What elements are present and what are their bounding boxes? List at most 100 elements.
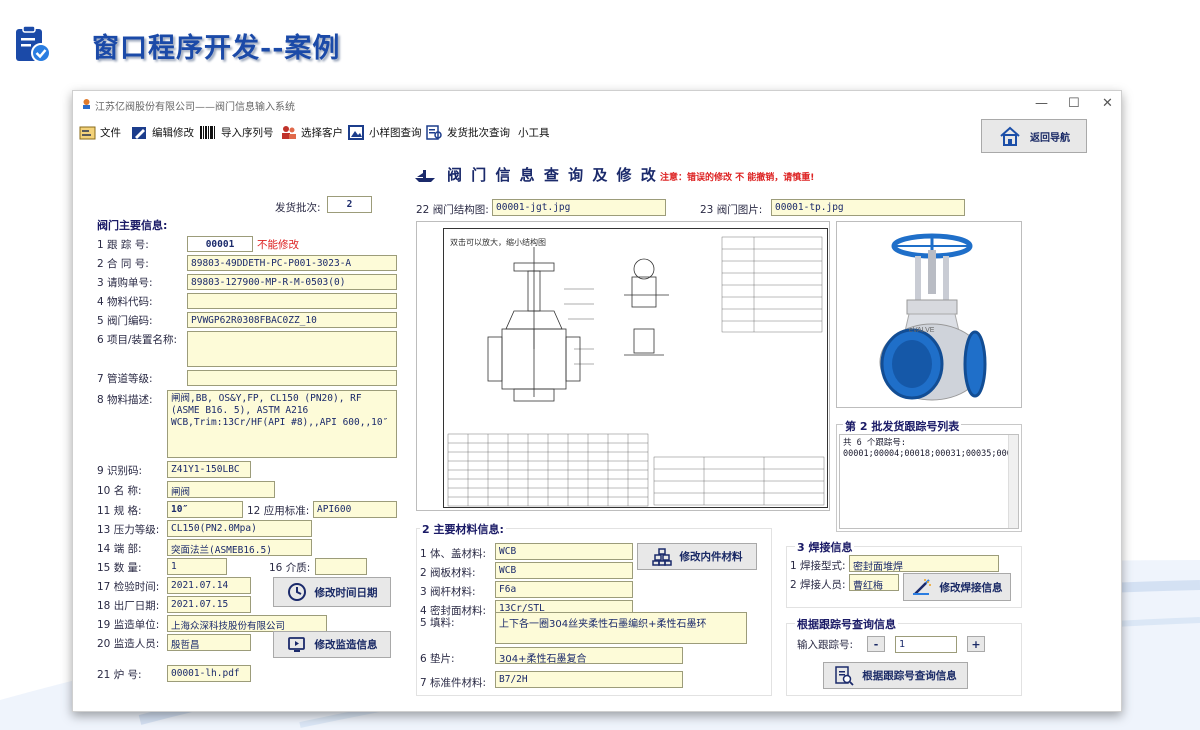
menu-import-serial[interactable]: 导入序列号 [199, 121, 274, 143]
menu-bar: 文件 编辑修改 导入序列号 选择客户 小样图查询 发货批次查询 小工具 [73, 121, 1121, 149]
menu-label: 导入序列号 [221, 126, 274, 139]
valve-photo-field[interactable]: 00001-tp.jpg [771, 199, 965, 216]
edit-supervision-button[interactable]: 修改监造信息 [273, 631, 391, 658]
return-nav-button[interactable]: 返回导航 [981, 119, 1087, 153]
increment-button[interactable]: + [967, 636, 985, 652]
valve-code-field[interactable]: PVWGP62R0308FBAC0ZZ_10 [187, 312, 397, 328]
menu-label: 编辑修改 [152, 126, 194, 139]
id-code-label: 9 识别码: [97, 465, 143, 477]
standard-field[interactable]: API600 [313, 501, 397, 518]
edit-internal-materials-button[interactable]: 修改内件材料 [637, 543, 757, 570]
return-nav-label: 返回导航 [1030, 132, 1070, 144]
tracking-no-field[interactable]: 00001 [187, 236, 253, 252]
heat-no-field[interactable]: 00001-lh.pdf [167, 665, 251, 682]
users-icon [282, 125, 296, 139]
app-icon [83, 99, 90, 109]
tracking-list-box[interactable]: 共 6 个跟踪号: 00001;00004;00018;00031;00035;… [839, 434, 1019, 529]
menu-label: 文件 [100, 126, 121, 139]
supervisor-unit-label: 19 监造单位: [97, 619, 160, 631]
monitor-icon [287, 636, 305, 652]
barcode-icon [200, 125, 215, 139]
edit-welding-label: 修改焊接信息 [939, 581, 1003, 594]
menu-select-customer[interactable]: 选择客户 [280, 121, 343, 143]
name-field[interactable]: 闸阀 [167, 481, 275, 498]
tracking-count: 共 6 个跟踪号: [843, 438, 906, 448]
slide-title: 窗口程序开发--案例 [92, 33, 341, 64]
packing-field[interactable]: 上下各一圈304丝夹柔性石墨编织+柔性石墨环 [495, 612, 747, 644]
edit-datetime-button[interactable]: 修改时间日期 [273, 577, 391, 607]
tracking-values: 00001;00004;00018;00031;00035;00039; [843, 449, 1015, 459]
close-button[interactable]: ✕ [1102, 96, 1113, 111]
inspection-date-field[interactable]: 2021.07.14 [167, 577, 251, 594]
medium-label: 16 介质: [269, 562, 311, 574]
quantity-label: 15 数 量: [97, 562, 142, 574]
body-material-field[interactable]: WCB [495, 543, 633, 560]
document-search-icon [835, 665, 854, 686]
tracking-search-input[interactable]: 1 [895, 636, 957, 653]
scrollbar[interactable] [1008, 435, 1018, 528]
material-desc-field[interactable]: 闸阀,BB, OS&Y,FP, CL150 (PN20), RF (ASME B… [167, 390, 397, 458]
edit-datetime-label: 修改时间日期 [314, 586, 378, 599]
menu-label: 小工具 [518, 126, 550, 139]
end-type-label: 14 端 部: [97, 543, 142, 555]
structure-drawing-field[interactable]: 00001-jgt.jpg [492, 199, 666, 216]
supervisor-label: 20 监造人员: [97, 638, 160, 650]
readonly-note: 不能修改 [257, 239, 299, 251]
menu-label: 选择客户 [301, 126, 343, 139]
materials-header: 2 主要材料信息: [420, 521, 506, 537]
weld-type-field[interactable]: 密封面堆焊 [849, 555, 999, 572]
app-window: 江苏亿阀股份有限公司——阀门信息输入系统 — ☐ ✕ 文件 编辑修改 导入序列号… [72, 90, 1122, 712]
end-type-field[interactable]: 突面法兰(ASMEB16.5) [167, 539, 312, 556]
svg-text:eVALVE: eVALVE [909, 327, 935, 334]
structure-drawing-panel[interactable]: 双击可以放大，缩小结构图 [416, 221, 830, 511]
purchase-req-field[interactable]: 89803-127900-MP-R-M-0503(0) [187, 274, 397, 290]
standard-label: 12 应用标准: [247, 505, 310, 517]
menu-sample-image-query[interactable]: 小样图查询 [348, 121, 422, 143]
menu-edit[interactable]: 编辑修改 [131, 121, 194, 143]
size-field[interactable]: 10″ [167, 501, 243, 518]
maximize-button[interactable]: ☐ [1068, 96, 1080, 111]
stem-material-field[interactable]: F6a [495, 581, 633, 598]
supervisor-unit-field[interactable]: 上海众深科技股份有限公司 [167, 615, 327, 632]
minimize-button[interactable]: — [1035, 96, 1048, 111]
menu-label: 小样图查询 [369, 126, 422, 139]
home-icon [1000, 126, 1020, 146]
menu-file[interactable]: 文件 [79, 121, 121, 143]
material-code-label: 4 物料代码: [97, 296, 153, 308]
valve-photo-label: 23 阀门图片: [700, 204, 763, 216]
window-titlebar: 江苏亿阀股份有限公司——阀门信息输入系统 — ☐ ✕ [73, 91, 1121, 117]
batch-field[interactable]: 2 [327, 196, 372, 213]
contract-no-label: 2 合 同 号: [97, 258, 149, 270]
welder-field[interactable]: 曹红梅 [849, 574, 899, 591]
search-by-tracking-button[interactable]: 根据跟踪号查询信息 [823, 662, 968, 689]
pipe-class-field[interactable] [187, 370, 397, 386]
standard-parts-field[interactable]: B7/2H [495, 671, 683, 688]
gasket-field[interactable]: 304+柔性石墨复合 [495, 647, 683, 664]
disc-material-field[interactable]: WCB [495, 562, 633, 579]
decrement-button[interactable]: - [867, 636, 885, 652]
project-name-field[interactable] [187, 331, 397, 367]
factory-date-field[interactable]: 2021.07.15 [167, 596, 251, 613]
valve-code-label: 5 阀门编码: [97, 315, 153, 327]
pressure-class-field[interactable]: CL150(PN2.0Mpa) [167, 520, 312, 537]
menu-shipment-batch-query[interactable]: 发货批次查询 [426, 121, 510, 143]
supervisor-field[interactable]: 殷哲昌 [167, 634, 251, 651]
image-search-icon [348, 124, 364, 140]
contract-no-field[interactable]: 89803-49DDETH-PC-P001-3023-A [187, 255, 397, 271]
file-icon [79, 126, 96, 139]
quantity-field[interactable]: 1 [167, 558, 227, 575]
menu-tools[interactable]: 小工具 [518, 121, 550, 143]
id-code-field[interactable]: Z41Y1-150LBC [167, 461, 251, 478]
material-code-field[interactable] [187, 293, 397, 309]
factory-date-label: 18 出厂日期: [97, 600, 160, 612]
valve-photo-panel[interactable]: eVALVE [836, 221, 1022, 408]
packing-label: 5 填料: [420, 617, 455, 629]
main-info-header: 阀门主要信息: [97, 219, 168, 232]
edit-welding-button[interactable]: 修改焊接信息 [903, 573, 1011, 601]
menu-label: 发货批次查询 [447, 126, 510, 139]
warning-text: 注意：错误的修改 不 能撤销，请慎重! [660, 173, 815, 183]
search-by-tracking-label: 根据跟踪号查询信息 [862, 670, 957, 682]
medium-field[interactable] [315, 558, 367, 575]
weld-type-label: 1 焊接型式: [790, 560, 846, 572]
welder-label: 2 焊接人员: [790, 579, 846, 591]
